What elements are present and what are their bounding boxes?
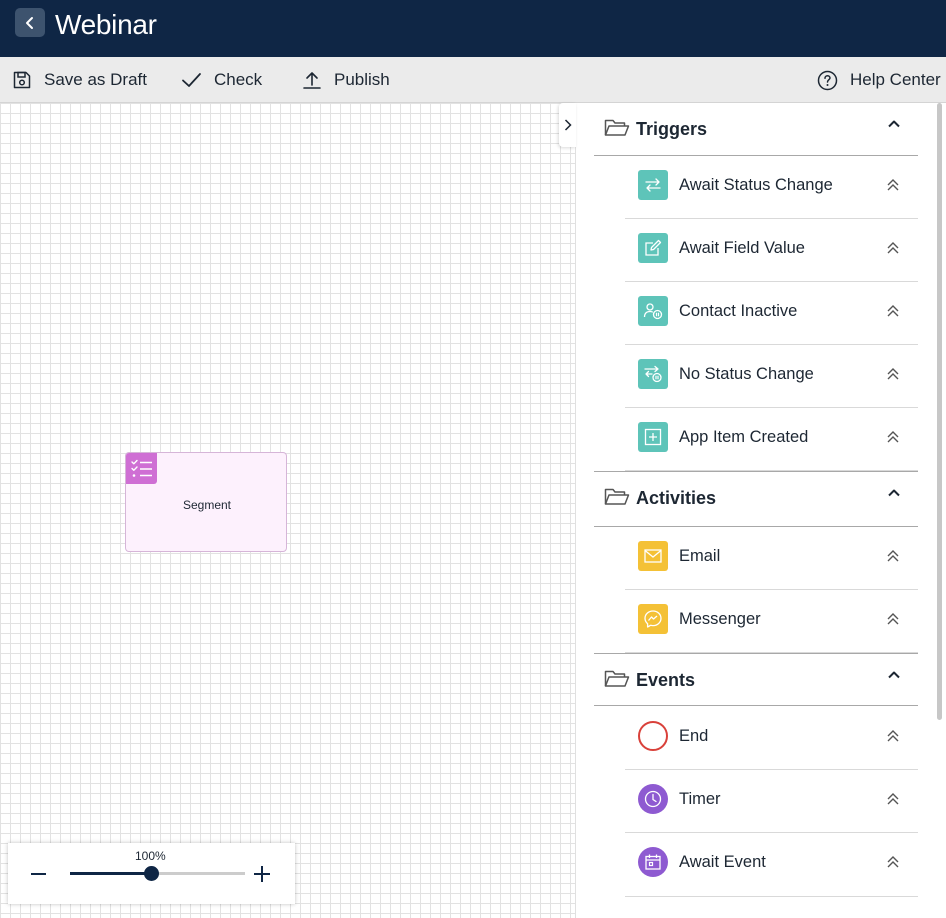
collapse-panel-button[interactable] (559, 103, 576, 147)
item-label: Await Field Value (679, 239, 805, 257)
item-label: App Item Created (679, 428, 809, 446)
chevron-up-icon[interactable] (887, 670, 901, 680)
chevron-up-icon[interactable] (887, 488, 901, 498)
trigger-contact-inactive[interactable]: Contact Inactive (625, 282, 918, 345)
check-label: Check (214, 70, 263, 89)
group-events[interactable]: Events (594, 653, 918, 706)
zoom-out-button[interactable] (28, 863, 50, 885)
zoom-control: 100% (8, 843, 295, 904)
double-chevron-up-icon[interactable] (886, 729, 900, 743)
zoom-slider[interactable] (70, 866, 245, 881)
double-chevron-up-icon[interactable] (886, 855, 900, 869)
double-chevron-up-icon[interactable] (886, 178, 900, 192)
activity-email[interactable]: Email (625, 527, 918, 590)
double-chevron-up-icon[interactable] (886, 304, 900, 318)
save-draft-button[interactable]: Save as Draft (12, 57, 147, 103)
event-await-event[interactable]: Await Event (625, 833, 918, 897)
event-end[interactable]: End (625, 707, 918, 770)
back-button[interactable] (15, 8, 45, 37)
edit-field-icon (638, 233, 668, 263)
swap-pause-icon (638, 359, 668, 389)
plus-square-icon (638, 422, 668, 452)
checkmark-icon (182, 73, 201, 87)
folder-open-icon (604, 670, 630, 687)
page-title: Webinar (55, 9, 157, 40)
double-chevron-up-icon[interactable] (886, 549, 900, 563)
group-title: Triggers (636, 119, 708, 139)
app-header: Webinar (0, 0, 946, 57)
event-timer[interactable]: Timer (625, 770, 918, 833)
group-title: Activities (636, 488, 717, 508)
double-chevron-up-icon[interactable] (886, 612, 900, 626)
item-label: Await Status Change (679, 176, 833, 194)
item-label: No Status Change (679, 365, 814, 383)
folder-open-icon (604, 119, 630, 136)
item-label: Timer (679, 790, 721, 808)
zoom-slider-handle[interactable] (143, 866, 159, 881)
double-chevron-up-icon[interactable] (886, 792, 900, 806)
group-triggers[interactable]: Triggers (594, 103, 918, 156)
swap-arrows-icon (638, 170, 668, 200)
group-activities[interactable]: Activities (594, 471, 918, 527)
save-draft-label: Save as Draft (44, 70, 147, 89)
item-label: Contact Inactive (679, 302, 798, 320)
panel-scrollbar[interactable] (937, 103, 942, 720)
group-title: Events (636, 670, 696, 690)
node-label: Segment (182, 498, 232, 512)
publish-label: Publish (334, 70, 390, 89)
segment-node[interactable]: Segment (125, 452, 287, 552)
clock-icon (638, 784, 668, 814)
toolbar: Save as Draft Check Publish Help Center (0, 57, 946, 103)
help-center-button[interactable]: Help Center (817, 57, 941, 103)
trigger-await-field-value[interactable]: Await Field Value (625, 219, 918, 282)
chevron-up-icon[interactable] (887, 119, 901, 129)
item-label: Messenger (679, 610, 761, 628)
chevron-left-icon (26, 16, 33, 29)
upload-arrow-icon (303, 72, 321, 89)
item-label: End (679, 727, 709, 745)
double-chevron-up-icon[interactable] (886, 367, 900, 381)
question-circle-icon (817, 70, 838, 90)
checklist-icon (126, 453, 157, 484)
zoom-slider-fill (70, 872, 151, 875)
trigger-await-status-change[interactable]: Await Status Change (625, 156, 918, 219)
help-center-label: Help Center (850, 70, 941, 89)
zoom-in-button[interactable] (251, 863, 273, 885)
check-button[interactable]: Check (181, 57, 262, 103)
double-chevron-up-icon[interactable] (886, 241, 900, 255)
chevron-right-icon (564, 119, 572, 131)
envelope-icon (638, 541, 668, 571)
user-pause-icon (638, 296, 668, 326)
item-label: Await Event (679, 853, 766, 871)
zoom-level: 100% (135, 849, 166, 863)
calendar-icon (638, 847, 668, 877)
activity-messenger[interactable]: Messenger (625, 590, 918, 653)
messenger-icon (638, 604, 668, 634)
folder-open-icon (604, 488, 630, 505)
trigger-no-status-change[interactable]: No Status Change (625, 345, 918, 408)
publish-button[interactable]: Publish (302, 57, 390, 103)
item-label: Email (679, 547, 721, 565)
end-circle-icon (638, 721, 668, 751)
trigger-app-item-created[interactable]: App Item Created (625, 408, 918, 471)
double-chevron-up-icon[interactable] (886, 430, 900, 444)
floppy-disk-icon (13, 71, 31, 89)
